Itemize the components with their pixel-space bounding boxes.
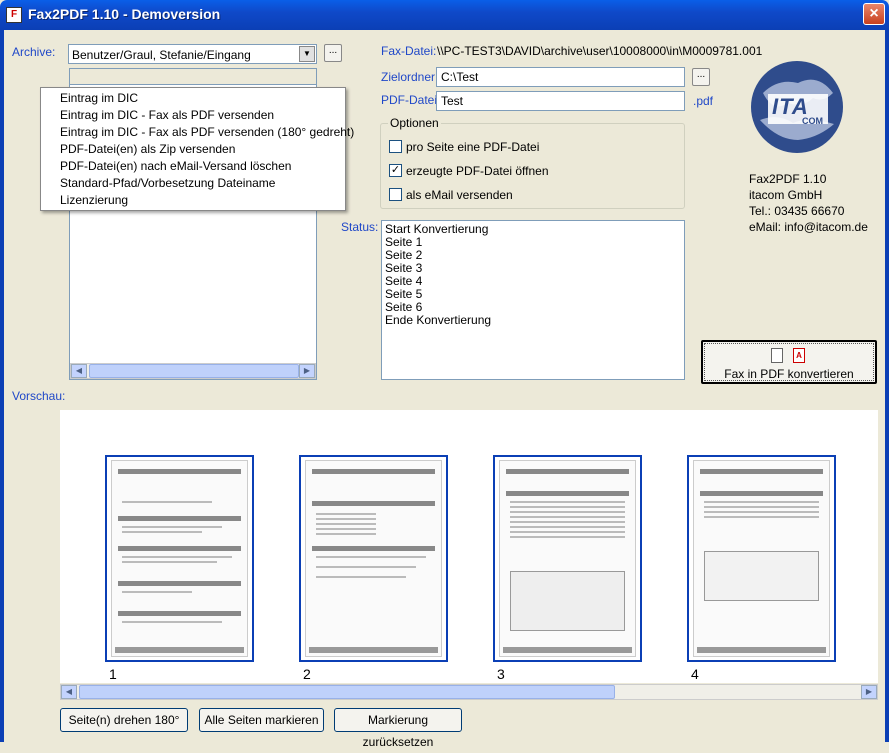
page-thumbnail[interactable] [493,455,642,662]
window-title: Fax2PDF 1.10 - Demoversion [28,6,221,22]
menu-item-licensing[interactable]: Lizenzierung [41,192,345,209]
archive-filter-field[interactable] [69,68,317,85]
fax-file-path: \\PC-TEST3\DAVID\archive\user\10008000\i… [437,44,763,58]
pdf-file-label: PDF-Datei: [381,93,441,107]
itacom-logo: ITA COM [748,58,846,156]
convert-button[interactable]: A Fax in PDF konvertieren [701,340,877,384]
options-legend: Optionen [388,116,441,130]
product-name: Fax2PDF 1.10 [749,172,827,186]
status-line: Start Konvertierung [385,222,489,236]
per-page-pdf-label[interactable]: pro Seite eine PDF-Datei [406,140,539,154]
send-email-checkbox[interactable] [389,188,402,201]
menu-item-default-path[interactable]: Standard-Pfad/Vorbesetzung Dateiname [41,175,345,192]
preview-label: Vorschau: [12,389,66,403]
menu-item-delete-after-mail[interactable]: PDF-Datei(en) nach eMail-Versand löschen [41,158,345,175]
page-preview [499,460,636,657]
page-preview [693,460,830,657]
page-thumbnail[interactable] [299,455,448,662]
pdf-icon: A [793,348,805,363]
pdf-file-input[interactable]: Test [436,91,685,111]
archive-tree-scrollbar[interactable]: ◀ ▶ [70,363,316,379]
page-number: 3 [497,666,505,682]
status-line: Ende Konvertierung [385,313,492,327]
target-folder-label: Zielordner: [381,70,439,84]
archive-label: Archive: [12,45,56,59]
page-thumbnail[interactable] [105,455,254,662]
target-folder-input[interactable]: C:\Test [436,67,685,87]
page-preview [305,460,442,657]
company-phone: Tel.: 03435 66670 [749,204,845,218]
close-button[interactable]: × [863,3,885,25]
reset-marking-button[interactable]: Markierung zurücksetzen [334,708,462,749]
page-thumbnail[interactable] [687,455,836,662]
status-line: Seite 1 [385,235,423,249]
archive-path: Benutzer/Graul, Stefanie/Eingang [72,48,251,62]
preview-area[interactable]: 1 2 3 4 [60,410,878,683]
context-menu: Eintrag im DIC Eintrag im DIC - Fax als … [40,87,354,211]
app-icon: F [6,7,22,23]
logo-subtext: COM [802,116,823,126]
document-icon [771,348,783,363]
scroll-right-icon[interactable]: ▶ [861,685,877,699]
pdf-ext-label: .pdf [693,94,714,108]
scroll-left-icon[interactable]: ◀ [61,685,77,699]
send-email-label[interactable]: als eMail versenden [406,188,513,202]
preview-scrollbar[interactable]: ◀ ▶ [60,684,878,700]
archive-combo[interactable]: Benutzer/Graul, Stefanie/Eingang ▼ [68,44,317,64]
page-number: 2 [303,666,311,682]
scroll-left-icon[interactable]: ◀ [71,364,87,378]
status-line: Seite 2 [385,248,423,262]
menu-item-zip-send[interactable]: PDF-Datei(en) als Zip versenden [41,141,345,158]
page-preview [111,460,248,657]
scroll-thumb[interactable] [89,364,299,378]
page-number: 4 [691,666,699,682]
status-log: Start Konvertierung Seite 1 Seite 2 Seit… [381,220,685,380]
scroll-right-icon[interactable]: ▶ [299,364,315,378]
window-frame-right [885,30,889,742]
rotate-pages-button[interactable]: Seite(n) drehen 180° [60,708,188,732]
company-email: eMail: info@itacom.de [749,220,868,234]
open-pdf-label[interactable]: erzeugte PDF-Datei öffnen [406,164,549,178]
open-pdf-checkbox[interactable]: ✓ [389,164,402,177]
per-page-pdf-checkbox[interactable] [389,140,402,153]
mark-all-pages-button[interactable]: Alle Seiten markieren [199,708,324,732]
menu-item-dic-entry[interactable]: Eintrag im DIC [41,90,345,107]
target-browse-button[interactable]: ... [692,68,710,86]
status-label: Status: [341,220,379,234]
fax-file-label: Fax-Datei: [381,44,437,58]
window-frame-left [0,30,4,742]
status-line: Seite 4 [385,274,423,288]
archive-browse-button[interactable]: ... [324,44,342,62]
title-bar: F Fax2PDF 1.10 - Demoversion × [0,0,889,30]
status-line: Seite 3 [385,261,423,275]
page-number: 1 [109,666,117,682]
scroll-thumb[interactable] [79,685,615,699]
status-line: Seite 5 [385,287,423,301]
chevron-down-icon[interactable]: ▼ [299,46,315,62]
menu-item-dic-send-pdf[interactable]: Eintrag im DIC - Fax als PDF versenden [41,107,345,124]
company-name: itacom GmbH [749,188,823,202]
menu-item-dic-send-pdf-rotated[interactable]: Eintrag im DIC - Fax als PDF versenden (… [41,124,354,141]
convert-button-label: Fax in PDF konvertieren [724,367,854,381]
